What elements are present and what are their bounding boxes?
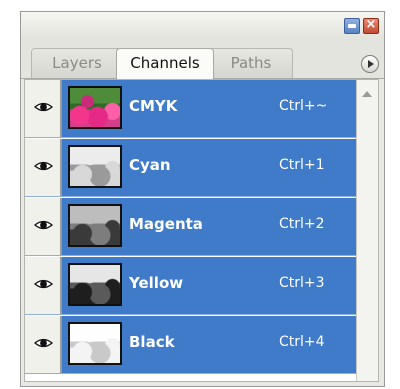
panel-title-bar[interactable]: × [21, 12, 384, 38]
channel-row-magenta[interactable]: Magenta Ctrl+2 [25, 198, 356, 256]
channel-shortcut: Ctrl+~ [279, 98, 328, 114]
close-glyph: × [365, 17, 377, 32]
channel-name: Magenta [129, 215, 203, 233]
channel-name: CMYK [129, 97, 178, 115]
channel-shortcut: Ctrl+4 [279, 334, 325, 350]
scroll-up-arrow-icon[interactable] [362, 91, 372, 97]
channel-row-cmyk[interactable]: CMYK Ctrl+~ [25, 80, 356, 138]
minimize-icon[interactable] [344, 18, 360, 34]
visibility-toggle[interactable] [25, 316, 62, 373]
channel-name: Yellow [129, 274, 184, 292]
channel-row-cyan[interactable]: Cyan Ctrl+1 [25, 139, 356, 197]
channel-thumbnail [68, 204, 122, 247]
channel-name: Cyan [129, 156, 171, 174]
channel-thumbnail [68, 86, 122, 129]
vertical-scrollbar[interactable] [356, 80, 378, 381]
eye-icon [34, 102, 53, 112]
eye-icon [34, 338, 53, 348]
channel-shortcut: Ctrl+3 [279, 275, 325, 291]
eye-icon [34, 279, 53, 289]
channel-name: Black [129, 333, 175, 351]
visibility-toggle[interactable] [25, 257, 62, 314]
visibility-toggle[interactable] [25, 139, 62, 196]
tab-bar: Layers Paths Channels [21, 38, 384, 79]
channel-shortcut: Ctrl+1 [279, 157, 325, 173]
panel-menu-icon[interactable] [361, 55, 379, 73]
tab-channels[interactable]: Channels [116, 48, 214, 79]
channel-shortcut: Ctrl+2 [279, 216, 325, 232]
visibility-toggle[interactable] [25, 198, 62, 255]
visibility-toggle[interactable] [25, 80, 62, 137]
channel-thumbnail [68, 322, 122, 365]
tab-paths[interactable]: Paths [209, 48, 293, 78]
channel-row-yellow[interactable]: Yellow Ctrl+3 [25, 257, 356, 315]
channel-list: CMYK Ctrl+~ Cyan Ctrl+1 Magenta Ctrl+2 Y… [24, 79, 379, 382]
close-icon[interactable]: × [363, 17, 379, 34]
eye-icon [34, 220, 53, 230]
channel-thumbnail [68, 263, 122, 306]
tab-layers[interactable]: Layers [31, 48, 123, 78]
eye-icon [34, 161, 53, 171]
channel-row-black[interactable]: Black Ctrl+4 [25, 316, 356, 374]
channels-panel: × Layers Paths Channels CMYK Ctrl+~ Cyan… [20, 11, 385, 387]
channel-thumbnail [68, 145, 122, 188]
